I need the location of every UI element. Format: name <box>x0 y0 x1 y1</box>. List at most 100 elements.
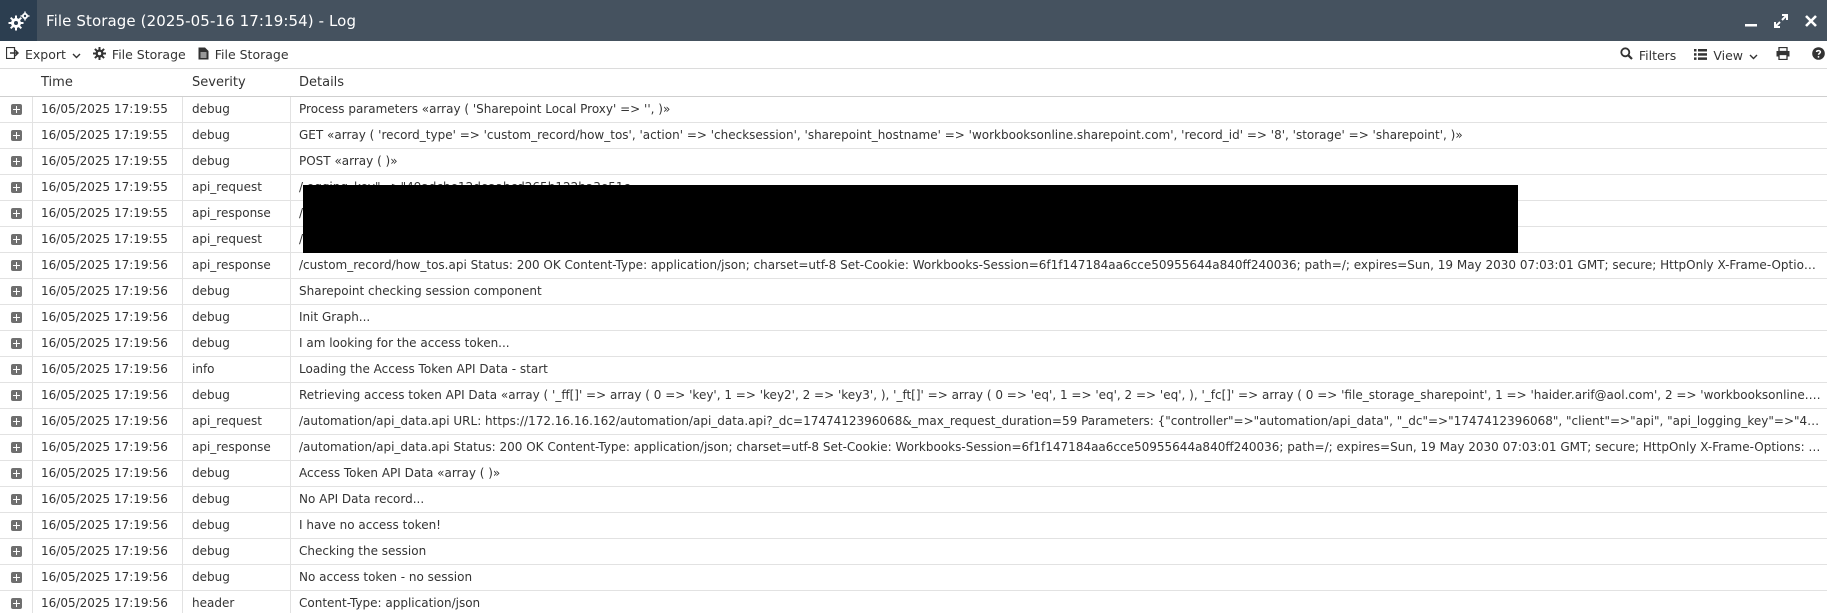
table-row[interactable]: 16/05/2025 17:19:56 info Loading the Acces… <box>0 357 1827 383</box>
file-storage-settings-button[interactable]: File Storage <box>87 41 192 69</box>
expand-row-button[interactable] <box>0 253 33 278</box>
table-row[interactable]: 16/05/2025 17:19:55 debug Process paramete… <box>0 97 1827 123</box>
view-button[interactable]: View <box>1688 41 1764 69</box>
time-cell: 16/05/2025 17:19:55 <box>33 97 183 122</box>
help-button[interactable] <box>1806 41 1827 69</box>
severity-cell: api_request <box>183 175 291 200</box>
table-row[interactable]: 16/05/2025 17:19:56 debug Init Graph... <box>0 305 1827 331</box>
plus-icon <box>10 260 22 271</box>
column-header-time[interactable]: Time <box>41 69 73 97</box>
severity-cell: debug <box>183 97 291 122</box>
table-row[interactable]: 16/05/2025 17:19:56 debug Access Token API… <box>0 461 1827 487</box>
time-cell: 16/05/2025 17:19:56 <box>33 435 183 460</box>
title-bar: File Storage (2025-05-16 17:19:54) - Log <box>0 0 1827 41</box>
time-cell: 16/05/2025 17:19:55 <box>33 175 183 200</box>
chevron-down-icon <box>72 47 81 62</box>
expand-row-button[interactable] <box>0 97 33 122</box>
plus-icon <box>10 520 22 531</box>
expand-row-button[interactable] <box>0 539 33 564</box>
severity-cell: debug <box>183 331 291 356</box>
table-row[interactable]: 16/05/2025 17:19:56 debug No access token … <box>0 565 1827 591</box>
table-row[interactable]: 16/05/2025 17:19:55 debug POST «array ( )» <box>0 149 1827 175</box>
time-cell: 16/05/2025 17:19:55 <box>33 123 183 148</box>
window-title: File Storage (2025-05-16 17:19:54) - Log <box>46 11 357 30</box>
export-label: Export <box>25 47 66 62</box>
plus-icon <box>10 182 22 193</box>
plus-icon <box>10 390 22 401</box>
expand-row-button[interactable] <box>0 513 33 538</box>
severity-cell: debug <box>183 123 291 148</box>
details-cell: POST «array ( )» <box>299 154 398 168</box>
export-button[interactable]: Export <box>0 41 87 69</box>
severity-cell: debug <box>183 513 291 538</box>
severity-cell: api_request <box>183 409 291 434</box>
expand-row-button[interactable] <box>0 409 33 434</box>
time-cell: 16/05/2025 17:19:56 <box>33 461 183 486</box>
details-cell: Process parameters «array ( 'Sharepoint … <box>299 102 671 116</box>
plus-icon <box>10 208 22 219</box>
table-row[interactable]: 16/05/2025 17:19:56 debug Retrieving acces… <box>0 383 1827 409</box>
expand-row-button[interactable] <box>0 279 33 304</box>
expand-row-button[interactable] <box>0 487 33 512</box>
plus-icon <box>10 286 22 297</box>
document-icon <box>198 47 209 63</box>
plus-icon <box>10 468 22 479</box>
print-button[interactable] <box>1770 41 1796 69</box>
minimize-icon[interactable] <box>1743 13 1759 29</box>
table-row[interactable]: 16/05/2025 17:19:56 api_request/automatio… <box>0 409 1827 435</box>
severity-cell: debug <box>183 279 291 304</box>
expand-row-button[interactable] <box>0 201 33 226</box>
expand-row-button[interactable] <box>0 175 33 200</box>
column-header-details[interactable]: Details <box>299 69 344 97</box>
table-header: Time Severity Details <box>0 69 1827 97</box>
table-row[interactable]: 16/05/2025 17:19:56 debug I have no access… <box>0 513 1827 539</box>
plus-icon <box>10 442 22 453</box>
column-header-severity[interactable]: Severity <box>192 69 246 97</box>
plus-icon <box>10 598 22 609</box>
expand-row-button[interactable] <box>0 435 33 460</box>
expand-row-button[interactable] <box>0 565 33 590</box>
table-row[interactable]: 16/05/2025 17:19:56 api_response/automati… <box>0 435 1827 461</box>
time-cell: 16/05/2025 17:19:56 <box>33 279 183 304</box>
expand-row-button[interactable] <box>0 591 33 613</box>
plus-icon <box>10 572 22 583</box>
expand-row-button[interactable] <box>0 331 33 356</box>
time-cell: 16/05/2025 17:19:56 <box>33 305 183 330</box>
file-storage-document-button[interactable]: File Storage <box>192 41 295 69</box>
details-cell: Sharepoint checking session component <box>299 284 542 298</box>
expand-row-button[interactable] <box>0 227 33 252</box>
expand-row-button[interactable] <box>0 383 33 408</box>
severity-cell: debug <box>183 149 291 174</box>
severity-cell: debug <box>183 565 291 590</box>
time-cell: 16/05/2025 17:19:56 <box>33 409 183 434</box>
time-cell: 16/05/2025 17:19:56 <box>33 331 183 356</box>
details-cell: Access Token API Data «array ( )» <box>299 466 501 480</box>
details-cell: GET «array ( 'record_type' => 'custom_re… <box>299 128 1463 142</box>
table-row[interactable]: 16/05/2025 17:19:56 header Content-Type: a… <box>0 591 1827 613</box>
table-row[interactable]: 16/05/2025 17:19:56 debug I am looking for… <box>0 331 1827 357</box>
printer-icon <box>1776 46 1790 63</box>
close-icon[interactable] <box>1803 13 1819 29</box>
severity-cell: api_response <box>183 253 291 278</box>
chevron-down-icon <box>1749 48 1758 63</box>
table-row[interactable]: 16/05/2025 17:19:55 debug GET «array ( 're… <box>0 123 1827 149</box>
expand-row-button[interactable] <box>0 461 33 486</box>
table-row[interactable]: 16/05/2025 17:19:56 api_response/custom_r… <box>0 253 1827 279</box>
time-cell: 16/05/2025 17:19:56 <box>33 487 183 512</box>
table-row[interactable]: 16/05/2025 17:19:56 debug Sharepoint check… <box>0 279 1827 305</box>
expand-row-button[interactable] <box>0 305 33 330</box>
table-row[interactable]: 16/05/2025 17:19:56 debug Checking the ses… <box>0 539 1827 565</box>
plus-icon <box>10 104 22 115</box>
plus-icon <box>10 546 22 557</box>
gears-icon <box>0 0 37 41</box>
expand-row-button[interactable] <box>0 123 33 148</box>
restore-icon[interactable] <box>1773 13 1789 29</box>
filters-button[interactable]: Filters <box>1614 41 1682 69</box>
severity-cell: api_response <box>183 201 291 226</box>
time-cell: 16/05/2025 17:19:56 <box>33 539 183 564</box>
search-icon <box>1620 47 1633 63</box>
table-row[interactable]: 16/05/2025 17:19:56 debug No API Data reco… <box>0 487 1827 513</box>
expand-row-button[interactable] <box>0 357 33 382</box>
expand-row-button[interactable] <box>0 149 33 174</box>
toolbar: Export File Storage File Storage Filters… <box>0 41 1827 69</box>
